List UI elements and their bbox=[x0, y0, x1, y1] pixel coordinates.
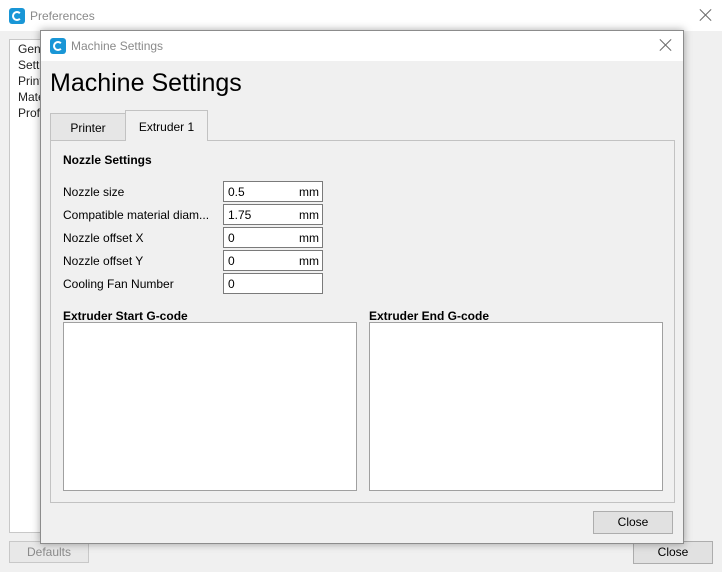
preferences-window-title: Preferences bbox=[30, 9, 95, 23]
nozzle-offset-y-input[interactable]: 0 mm bbox=[223, 250, 323, 271]
cura-app-icon bbox=[9, 8, 25, 24]
cura-app-icon bbox=[50, 38, 66, 54]
sidebar-item-settings[interactable]: Sett bbox=[18, 58, 39, 72]
preferences-close-button[interactable]: Close bbox=[633, 541, 713, 564]
nozzle-offset-x-value: 0 bbox=[228, 231, 235, 245]
preferences-close-icon[interactable] bbox=[699, 8, 713, 22]
machine-settings-dialog: Machine Settings Machine Settings Printe… bbox=[40, 30, 684, 544]
defaults-button[interactable]: Defaults bbox=[9, 541, 89, 563]
dialog-close-icon[interactable] bbox=[659, 38, 673, 52]
nozzle-offset-y-label: Nozzle offset Y bbox=[63, 254, 144, 268]
nozzle-offset-y-value: 0 bbox=[228, 254, 235, 268]
sidebar-item-printers[interactable]: Print bbox=[18, 74, 43, 88]
tab-extruder-1[interactable]: Extruder 1 bbox=[125, 110, 208, 141]
nozzle-settings-heading: Nozzle Settings bbox=[63, 153, 152, 167]
tab-printer[interactable]: Printer bbox=[50, 113, 126, 142]
material-diameter-unit: mm bbox=[299, 208, 319, 222]
nozzle-size-label: Nozzle size bbox=[63, 185, 125, 199]
extruder-start-gcode-textarea[interactable] bbox=[63, 322, 357, 491]
extruder-end-gcode-heading: Extruder End G-code bbox=[369, 309, 490, 323]
sidebar-item-general[interactable]: Gen bbox=[18, 42, 41, 56]
nozzle-size-value: 0.5 bbox=[228, 185, 245, 199]
nozzle-offset-y-unit: mm bbox=[299, 254, 319, 268]
dialog-close-button[interactable]: Close bbox=[593, 511, 673, 534]
nozzle-size-unit: mm bbox=[299, 185, 319, 199]
page-title: Machine Settings bbox=[50, 69, 242, 97]
cooling-fan-number-input[interactable]: 0 bbox=[223, 273, 323, 294]
extruder-start-gcode-heading: Extruder Start G-code bbox=[63, 309, 188, 323]
extruder-settings-pane: Nozzle Settings Nozzle size 0.5 mm Compa… bbox=[50, 140, 675, 503]
dialog-titlebar: Machine Settings bbox=[41, 31, 683, 61]
material-diameter-input[interactable]: 1.75 mm bbox=[223, 204, 323, 225]
extruder-end-gcode-textarea[interactable] bbox=[369, 322, 663, 491]
material-diameter-label: Compatible material diam... bbox=[63, 208, 210, 222]
dialog-window-title: Machine Settings bbox=[71, 39, 164, 53]
nozzle-size-input[interactable]: 0.5 mm bbox=[223, 181, 323, 202]
preferences-titlebar: Preferences bbox=[0, 0, 722, 31]
nozzle-offset-x-unit: mm bbox=[299, 231, 319, 245]
material-diameter-value: 1.75 bbox=[228, 208, 252, 222]
cooling-fan-number-value: 0 bbox=[228, 277, 235, 291]
cooling-fan-number-label: Cooling Fan Number bbox=[63, 277, 174, 291]
sidebar-item-profiles[interactable]: Prof bbox=[18, 106, 40, 120]
nozzle-offset-x-label: Nozzle offset X bbox=[63, 231, 144, 245]
nozzle-offset-x-input[interactable]: 0 mm bbox=[223, 227, 323, 248]
